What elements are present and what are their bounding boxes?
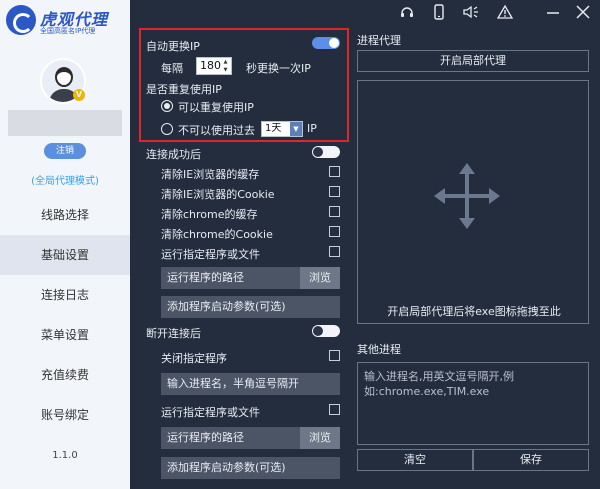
run-program-2-label: 运行指定程序或文件 <box>161 406 260 419</box>
clear-ie-cookie-checkbox[interactable] <box>329 186 340 197</box>
browse-button[interactable]: 浏览 <box>300 267 340 289</box>
clear-chrome-cache-label: 清除chrome的缓存 <box>161 208 258 221</box>
interval-suffix-label: 秒更换一次IP <box>246 62 311 75</box>
logout-button[interactable]: 注销 <box>44 143 86 159</box>
sidebar: 虎观代理 全国高匿名IP代理 V 注销 (全局代理模式) 线路选择 基础设置 连… <box>0 0 130 489</box>
sidebar-item-menu-settings[interactable]: 菜单设置 <box>0 315 130 355</box>
proxy-mode-label: (全局代理模式) <box>31 176 99 187</box>
logo-icon <box>6 5 36 35</box>
close-program-checkbox[interactable] <box>329 350 340 361</box>
app-window: 虎观代理 全国高匿名IP代理 V 注销 (全局代理模式) 线路选择 基础设置 连… <box>0 0 600 489</box>
sidebar-nav: 线路选择 基础设置 连接日志 菜单设置 充值续费 账号绑定 <box>0 195 130 435</box>
repeat-ip-yes-label: 可以重复使用IP <box>178 101 254 114</box>
repeat-days-value: 1天 <box>265 123 282 134</box>
close-icon[interactable] <box>574 4 592 22</box>
auto-change-ip-label: 自动更换IP <box>146 40 200 53</box>
repeat-ip-no-radio[interactable] <box>161 123 173 135</box>
sidebar-item-account-binding[interactable]: 账号绑定 <box>0 395 130 435</box>
repeat-ip-no-label: 不可以使用过去 <box>178 124 255 137</box>
process-name-input[interactable]: 输入进程名，半角逗号隔开 <box>161 373 340 395</box>
clear-ie-cache-label: 清除IE浏览器的缓存 <box>161 168 260 181</box>
process-proxy-title: 进程代理 <box>357 34 401 47</box>
username-field <box>8 110 122 136</box>
run-program-label: 运行指定程序或文件 <box>161 248 260 261</box>
repeat-ip-yes-radio[interactable] <box>161 100 173 112</box>
version-label: 1.1.0 <box>52 450 78 461</box>
other-process-title: 其他进程 <box>357 343 401 356</box>
sidebar-item-recharge[interactable]: 充值续费 <box>0 355 130 395</box>
clear-chrome-cookie-checkbox[interactable] <box>329 226 340 237</box>
run-program-2-checkbox[interactable] <box>329 404 340 415</box>
chevron-down-icon[interactable]: ▼ <box>290 122 302 136</box>
repeat-ip-suffix-label: IP <box>307 122 317 135</box>
headset-icon[interactable] <box>398 4 416 22</box>
clear-chrome-cache-checkbox[interactable] <box>329 206 340 217</box>
clear-chrome-cookie-label: 清除chrome的Cookie <box>161 228 273 241</box>
program-path-input[interactable]: 运行程序的路径 <box>161 267 300 289</box>
other-process-input[interactable]: 输入进程名,用英文逗号隔开,例如:chrome.exe,TIM.exe <box>357 362 589 445</box>
interval-stepper[interactable]: 180 ▲ ▼ <box>196 57 232 75</box>
close-program-label: 关闭指定程序 <box>161 352 227 365</box>
sidebar-item-basic-settings[interactable]: 基础设置 <box>0 235 130 275</box>
repeat-days-select[interactable]: 1天 ▼ <box>261 121 303 137</box>
volume-icon[interactable] <box>462 4 480 22</box>
warning-icon[interactable] <box>496 4 514 22</box>
browse-2-button[interactable]: 浏览 <box>300 427 340 449</box>
minimize-icon[interactable] <box>544 4 562 22</box>
exe-drop-area[interactable]: 开启局部代理后将exe图标拖拽至此 <box>357 80 589 324</box>
repeat-ip-title: 是否重复使用IP <box>146 83 222 96</box>
stepper-arrows-icon[interactable]: ▲ ▼ <box>221 58 230 74</box>
add-params-input[interactable]: 添加程序启动参数(可选) <box>161 296 340 318</box>
program-path-2-input[interactable]: 运行程序的路径 <box>161 427 300 449</box>
on-connect-toggle[interactable] <box>312 146 340 158</box>
move-arrows-icon <box>434 163 500 229</box>
add-params-2-input[interactable]: 添加程序启动参数(可选) <box>161 457 340 479</box>
auto-change-ip-toggle[interactable] <box>312 37 340 49</box>
clear-ie-cookie-label: 清除IE浏览器的Cookie <box>161 188 275 201</box>
clear-ie-cache-checkbox[interactable] <box>329 166 340 177</box>
interval-value: 180 <box>200 59 221 72</box>
drop-hint-text: 开启局部代理后将exe图标拖拽至此 <box>387 305 561 318</box>
vip-badge-icon: V <box>73 89 85 101</box>
interval-prefix-label: 每隔 <box>161 62 183 75</box>
run-program-checkbox[interactable] <box>329 246 340 257</box>
enable-local-proxy-button[interactable]: 开启局部代理 <box>357 50 589 72</box>
phone-icon[interactable] <box>430 4 448 22</box>
clear-button[interactable]: 清空 <box>357 449 473 471</box>
on-connect-label: 连接成功后 <box>146 148 201 161</box>
save-button[interactable]: 保存 <box>473 449 589 471</box>
on-disconnect-label: 断开连接后 <box>146 327 201 340</box>
sidebar-item-route[interactable]: 线路选择 <box>0 195 130 235</box>
logo-subtitle: 全国高匿名IP代理 <box>40 27 96 35</box>
on-disconnect-toggle[interactable] <box>312 325 340 337</box>
logo: 虎观代理 全国高匿名IP代理 <box>0 0 130 42</box>
sidebar-item-connection-log[interactable]: 连接日志 <box>0 275 130 315</box>
